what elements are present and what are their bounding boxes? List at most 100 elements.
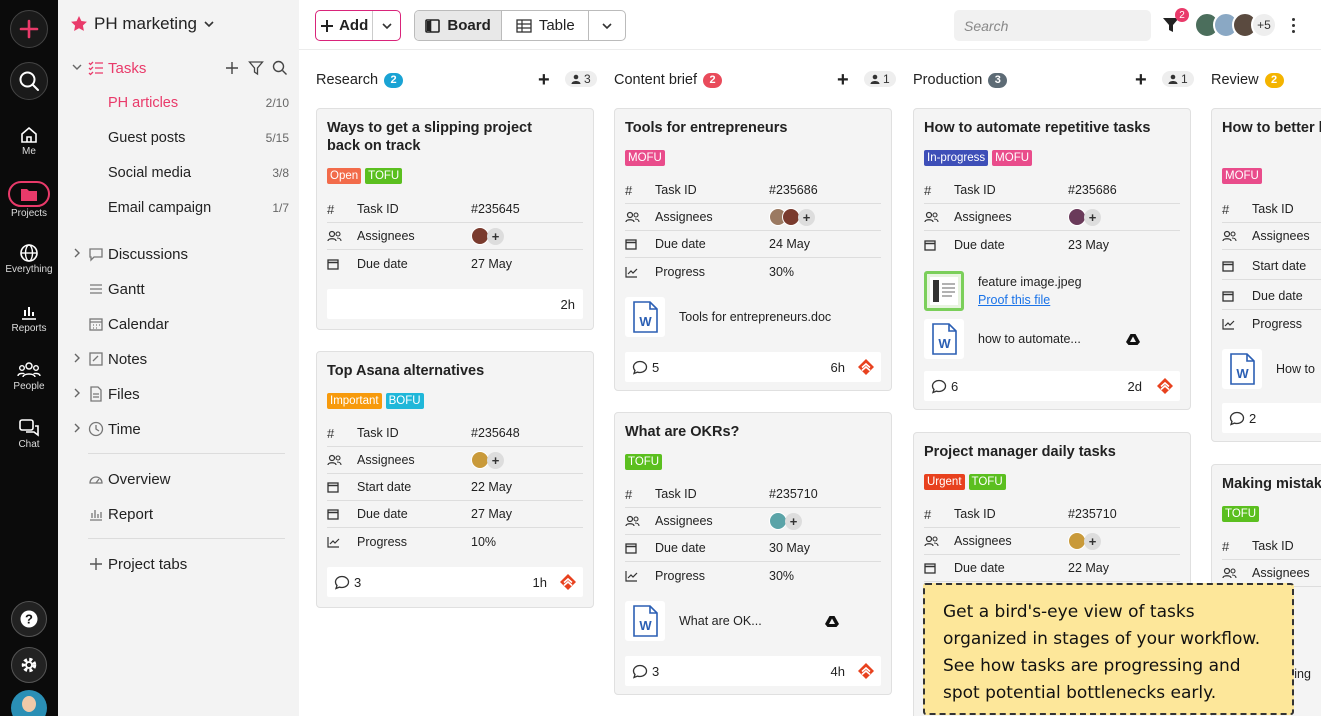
member-avatars[interactable]: +5 [1194,12,1277,38]
column-members[interactable]: 1 [1162,71,1194,87]
task-card[interactable]: How to better h deadlines as a MOFU # Tas… [1211,108,1321,442]
task-title[interactable]: Making mistak [1222,475,1321,493]
comments-count[interactable]: 3 [632,664,659,679]
add-assignee-button[interactable]: + [798,208,815,226]
search-icon[interactable] [272,60,288,76]
column-members[interactable]: 1 [864,71,896,87]
add-project-tabs-button[interactable]: Project tabs [58,549,299,579]
task-list-social-media[interactable]: Social media [108,165,191,181]
priority-icon[interactable] [857,358,875,376]
priority-icon[interactable] [857,662,875,680]
field-value[interactable]: 24 May [769,237,810,251]
sidebar-item-gantt[interactable]: Gantt [58,274,299,304]
task-card[interactable]: How to automate repetitive tasks In-prog… [913,108,1191,410]
assignee-avatars[interactable]: + [471,227,504,245]
priority-icon[interactable] [1156,377,1174,395]
user-avatar[interactable] [0,690,58,716]
field-value[interactable]: 27 May [471,257,512,271]
field-value[interactable]: 30 May [769,541,810,555]
rail-everything[interactable]: Everything [0,243,58,275]
chevron-down-icon[interactable] [72,62,82,75]
rail-me[interactable]: Me [0,125,58,157]
attachment-name[interactable]: How to [1276,362,1315,376]
add-assignee-button[interactable]: + [487,227,504,245]
add-assignee-button[interactable]: + [1084,208,1101,226]
sidebar-item-overview[interactable]: Overview [58,464,299,494]
settings-button[interactable] [0,647,58,683]
sidebar-item-time[interactable]: Time [58,414,299,444]
field-value[interactable]: 30% [769,265,794,279]
field-value[interactable]: 30% [769,569,794,583]
column-members[interactable]: 3 [565,71,597,87]
chevron-right-icon[interactable] [72,353,82,366]
more-options-icon[interactable] [1287,14,1299,36]
tab-table[interactable]: Table [502,11,590,40]
assignee-avatars[interactable]: + [769,208,815,226]
task-title[interactable]: Ways to get a slipping project back on t… [327,119,563,155]
project-switcher[interactable]: PH marketing [70,14,215,34]
field-value[interactable]: 10% [471,535,496,549]
add-task-button[interactable]: + [837,69,849,92]
task-title[interactable]: How to better h deadlines as a [1222,119,1321,137]
task-card[interactable]: Ways to get a slipping project back on t… [316,108,594,330]
task-title[interactable]: Top Asana alternatives [327,362,563,380]
chevron-right-icon[interactable] [72,248,82,261]
search-input[interactable] [954,10,1151,41]
attachment-name[interactable]: how to automate... [978,332,1081,346]
sidebar-item-notes[interactable]: Notes [58,344,299,374]
task-title[interactable]: What are OKRs? [625,423,861,441]
view-more-dropdown[interactable] [589,11,625,40]
tab-board[interactable]: Board [415,11,503,40]
comments-count[interactable]: 6 [931,379,958,394]
assignee-avatars[interactable]: + [1068,208,1101,226]
rail-chat[interactable]: Chat [0,418,58,450]
add-task-button[interactable]: + [538,69,550,92]
comments-count[interactable]: 2 [1229,411,1256,426]
assignee-avatars[interactable]: + [769,512,802,530]
rail-reports[interactable]: Reports [0,302,58,334]
comments-count[interactable]: 5 [632,360,659,375]
sidebar-item-discussions[interactable]: Discussions [58,239,299,269]
task-title[interactable]: How to automate repetitive tasks [924,119,1160,137]
attachment-name[interactable]: Tools for entrepreneurs.doc [679,310,831,324]
attachment-name[interactable]: What are OK... [679,614,762,628]
help-button[interactable]: ? [0,601,58,637]
task-card[interactable]: What are OKRs? TOFU # Task ID #235710 Assi… [614,412,892,695]
more-members-button[interactable]: +5 [1251,12,1277,38]
add-button[interactable]: Add [316,11,372,40]
add-task-button[interactable]: + [1135,69,1147,92]
sidebar-item-files[interactable]: Files [58,379,299,409]
task-list-email-campaign[interactable]: Email campaign [108,200,211,216]
priority-icon[interactable] [559,573,577,591]
attachment-name[interactable]: feature image.jpeg [978,275,1082,289]
image-thumbnail[interactable] [924,271,964,311]
add-assignee-button[interactable]: + [487,451,504,469]
global-search-button[interactable] [0,62,58,100]
sidebar-item-calendar[interactable]: Calendar [58,309,299,339]
task-title[interactable]: Tools for entrepreneurs [625,119,861,137]
plus-icon[interactable] [224,60,240,76]
attachment[interactable]: W How to [1222,347,1321,391]
field-value[interactable]: 22 May [471,480,512,494]
quick-add-button[interactable] [0,10,58,48]
assignee-avatars[interactable]: + [1068,532,1101,550]
task-card[interactable]: Top Asana alternatives Important BOFU # Ta… [316,351,594,608]
attachment[interactable]: W Tools for entrepreneurs.doc [625,295,881,339]
proof-file-link[interactable]: Proof this file [978,293,1082,307]
field-value[interactable]: 22 May [1068,561,1109,575]
attachment[interactable]: feature image.jpeg Proof this file [924,269,1180,313]
chevron-right-icon[interactable] [72,423,82,436]
field-value[interactable]: 23 May [1068,238,1109,252]
sidebar-item-tasks[interactable]: Tasks [58,53,299,83]
rail-projects[interactable]: Projects [0,181,58,219]
task-card[interactable]: Tools for entrepreneurs MOFU # Task ID #23… [614,108,892,391]
assignee-avatars[interactable]: + [471,451,504,469]
add-dropdown-button[interactable] [372,11,400,40]
rail-people[interactable]: People [0,360,58,392]
filter-icon[interactable] [248,60,264,76]
comments-count[interactable]: 3 [334,575,361,590]
task-title[interactable]: Project manager daily tasks [924,443,1160,461]
attachment[interactable]: W how to automate... [924,317,1180,361]
task-list-guest-posts[interactable]: Guest posts [108,130,185,146]
field-value[interactable]: 27 May [471,507,512,521]
